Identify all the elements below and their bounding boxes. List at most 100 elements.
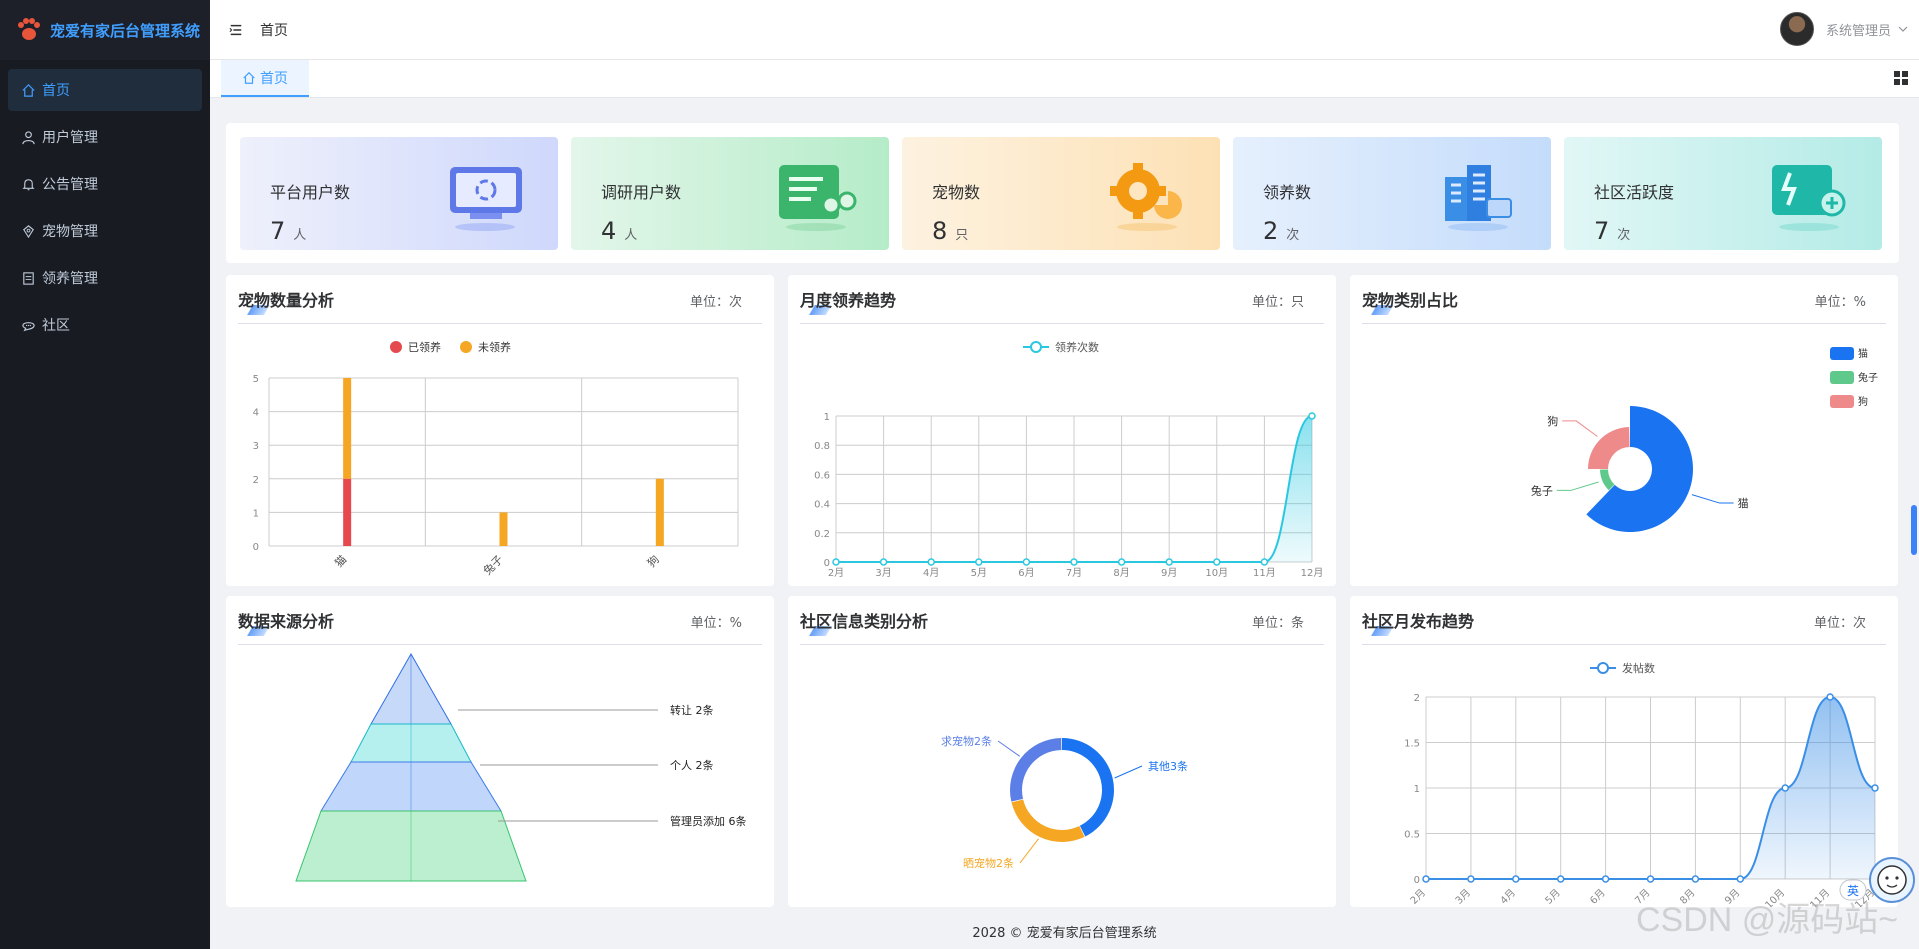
pyramid-chart: 转让 2条个人 2条管理员添加 6条 (295, 652, 747, 882)
slice-label: 猫 (1738, 497, 1749, 510)
x-tick-label: 狗 (645, 553, 662, 570)
card-unit: 单位：次 (1813, 616, 1866, 631)
x-tick-label: 7月 (1066, 567, 1082, 579)
legend-label: 领养次数 (1055, 340, 1099, 354)
y-tick-label: 0.8 (814, 441, 830, 452)
chevron-down-icon (1898, 26, 1908, 32)
tab-home[interactable]: 首页 (221, 60, 309, 97)
sidebar: 宠爱有家后台管理系统 首页 用户管理 公告管理 宠物管理 领养管理 社区 (0, 0, 210, 949)
data-point (1022, 558, 1031, 566)
data-point (1556, 875, 1565, 883)
divider (1362, 644, 1886, 645)
card-title: 月度领养趋势 (792, 287, 896, 315)
sidebar-item-notices[interactable]: 公告管理 (8, 163, 202, 205)
data-point (1646, 875, 1655, 883)
building-icon (1445, 165, 1512, 231)
chart-card-pet-count: 宠物数量分析 单位：次 已领养 未领养 0 1 2 3 4 5 猫 兔子 狗 (226, 275, 774, 586)
y-tick-label: 5 (253, 374, 259, 385)
breadcrumb[interactable]: 首页 (260, 20, 288, 40)
slice-label: 其他3条 (1148, 759, 1188, 773)
card-unit: 单位：% (1814, 295, 1866, 310)
ring-chart: 其他3条晒宠物2条 求宠物2条 (941, 734, 1188, 870)
menu-toggle-icon[interactable] (226, 20, 246, 40)
stat-card-survey-users[interactable]: 调研用户数 4人 (571, 137, 889, 250)
chart-card-pet-type: 宠物类别占比 单位：% 猫兔子狗猫兔子狗 (1350, 275, 1898, 586)
x-tick-label: 10月 (1205, 567, 1228, 579)
x-tick-label: 5月 (1543, 887, 1563, 907)
x-tick-label: 2月 (828, 567, 844, 579)
legend-label: 猫 (1858, 347, 1868, 360)
bar (655, 478, 664, 546)
sidebar-item-label: 公告管理 (42, 177, 98, 193)
chart-card-community-type: 社区信息类别分析 单位：条 其他3条 晒宠物2条 求宠物2条 (788, 596, 1336, 907)
x-tick-label: 11月 (1253, 567, 1276, 579)
stat-value: 8只 (932, 217, 969, 245)
stat-card-community[interactable]: 社区活跃度 7次 (1564, 137, 1882, 250)
slice-label: 狗 (1547, 415, 1558, 428)
paw-icon (18, 18, 40, 40)
card-unit: 单位：只 (1251, 295, 1304, 310)
stat-card-adoptions[interactable]: 领养数 2次 (1233, 137, 1551, 250)
data-point (1736, 875, 1745, 883)
bar (499, 512, 508, 546)
level-label: 个人 2条 (670, 758, 714, 772)
y-tick-label: 1.5 (1404, 739, 1420, 750)
app-logo[interactable]: 宠爱有家后台管理系统 (0, 0, 210, 60)
donut-chart: 猫兔子狗猫兔子狗 (1531, 347, 1878, 532)
legend-label: 狗 (1858, 395, 1868, 408)
label-line (1556, 481, 1599, 491)
avatar[interactable] (1779, 12, 1814, 46)
sidebar-item-users[interactable]: 用户管理 (8, 116, 202, 158)
ring-slice (1010, 738, 1062, 802)
stat-card-users[interactable]: 平台用户数 7人 (240, 137, 558, 250)
survey-icon (779, 165, 857, 231)
slice-label: 求宠物2条 (941, 734, 992, 748)
stat-card-pets[interactable]: 宠物数 8只 (902, 137, 1220, 250)
card-title: 数据来源分析 (230, 608, 334, 636)
legend-label: 兔子 (1858, 371, 1878, 384)
grid-icon[interactable] (1893, 70, 1909, 86)
user-menu[interactable]: 系统管理员 (1779, 12, 1909, 46)
stat-value: 7人 (270, 217, 307, 245)
x-tick-label: 猫 (332, 553, 349, 570)
legend-label: 发帖数 (1622, 661, 1655, 675)
chart-card-monthly-adopt: 月度领养趋势 单位：只 领养次数 0 0.2 0.4 0.6 0.8 1 2月 3月 4月 5月 6月… (788, 275, 1336, 586)
stat-title: 调研用户数 (601, 183, 682, 202)
home-icon (20, 82, 36, 98)
watermark: CSDN @源码站~ (1636, 901, 1899, 939)
sidebar-item-pets[interactable]: 宠物管理 (8, 210, 202, 252)
stat-title: 宠物数 (932, 183, 981, 202)
scrollbar-thumb[interactable] (1911, 505, 1917, 555)
data-point (927, 558, 935, 566)
sidebar-item-home[interactable]: 首页 (8, 69, 202, 111)
data-point (1601, 875, 1610, 883)
bar (343, 478, 352, 546)
data-point (1165, 558, 1173, 566)
card-title: 社区月发布趋势 (1354, 608, 1474, 636)
sidebar-item-community[interactable]: 社区 (8, 304, 202, 346)
data-point (1308, 412, 1316, 420)
y-tick-label: 0.4 (814, 500, 830, 511)
sidebar-item-label: 领养管理 (42, 271, 98, 287)
area-chart: 发帖数00.511.522月 3月 4月 5月 6月 7月 8月 9月 10月 11月 12月 (1404, 661, 1879, 907)
level-label: 管理员添加 6条 (670, 814, 747, 828)
legend-label: 已领养 (408, 340, 441, 354)
card-title: 社区信息类别分析 (792, 608, 928, 636)
x-tick-label: 兔子 (480, 552, 505, 577)
sidebar-item-adoption[interactable]: 领养管理 (8, 257, 202, 299)
stat-title: 社区活跃度 (1594, 183, 1675, 202)
card-title: 宠物类别占比 (1354, 287, 1458, 315)
ring-slice (1011, 799, 1085, 842)
chart-card-data-source: 数据来源分析 单位：% 转让 2条 个人 2条 管理员添加 6条 (226, 596, 774, 907)
tags-view: 首页 (210, 60, 1919, 98)
card-unit: 单位：次 (689, 295, 742, 310)
divider (800, 644, 1324, 645)
sidebar-item-label: 宠物管理 (42, 224, 98, 240)
data-point (1422, 875, 1430, 883)
y-tick-label: 4 (253, 408, 259, 419)
x-tick-label: 4月 (1498, 887, 1518, 907)
app-title: 宠爱有家后台管理系统 (50, 21, 201, 40)
x-tick-label: 3月 (1453, 887, 1473, 907)
side-menu: 首页 用户管理 公告管理 宠物管理 领养管理 社区 (0, 60, 210, 346)
stat-value: 4人 (601, 217, 638, 245)
